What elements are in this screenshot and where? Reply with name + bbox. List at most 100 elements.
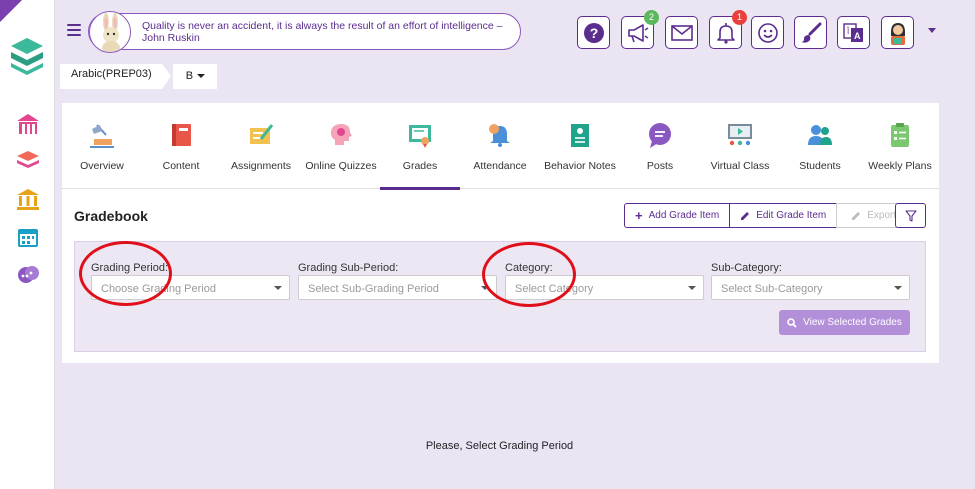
edit-grade-item-label: Edit Grade Item bbox=[756, 210, 827, 221]
svg-text:A: A bbox=[854, 31, 861, 41]
speech-bubble-icon bbox=[649, 123, 671, 148]
notifications-button[interactable]: 1 bbox=[709, 10, 747, 49]
sub-category-placeholder: Select Sub-Category bbox=[721, 283, 823, 295]
add-grade-item-label: Add Grade Item bbox=[648, 210, 720, 221]
students-icon bbox=[808, 125, 832, 145]
grading-period-select[interactable]: Choose Grading Period bbox=[91, 275, 290, 300]
tab-attendance[interactable]: Attendance bbox=[460, 103, 540, 189]
tab-students[interactable]: Students bbox=[780, 103, 860, 189]
tab-label: Grades bbox=[402, 160, 438, 172]
chat-icon[interactable] bbox=[16, 263, 40, 287]
tab-behavior-notes[interactable]: Behavior Notes bbox=[540, 103, 620, 189]
theme-button[interactable] bbox=[794, 16, 827, 49]
svg-text:أ: أ bbox=[847, 25, 849, 36]
tab-virtual-class[interactable]: Virtual Class bbox=[700, 103, 780, 189]
sidebar-corner-accent bbox=[0, 0, 22, 22]
calendar-icon[interactable] bbox=[16, 225, 40, 249]
caret-down-icon bbox=[894, 286, 902, 290]
edit-grade-item-button[interactable]: Edit Grade Item bbox=[729, 203, 838, 228]
filter-area: Grading Period: Choose Grading Period Gr… bbox=[74, 241, 926, 352]
tab-assignments[interactable]: Assignments bbox=[221, 103, 301, 189]
tab-posts[interactable]: Posts bbox=[620, 103, 700, 189]
grading-period-label: Grading Period: bbox=[91, 262, 169, 274]
language-button[interactable]: أA bbox=[837, 16, 870, 49]
course-name[interactable]: Arabic(PREP03) bbox=[60, 64, 162, 89]
view-selected-grades-label: View Selected Grades bbox=[803, 317, 902, 328]
quote-banner: Quality is never an accident, it is alwa… bbox=[88, 11, 521, 53]
caret-down-icon bbox=[688, 286, 696, 290]
plus-icon: + bbox=[635, 208, 643, 223]
announcements-badge: 2 bbox=[644, 10, 659, 25]
bell-icon bbox=[489, 124, 510, 147]
certificate-icon bbox=[409, 125, 431, 148]
user-avatar-icon bbox=[890, 22, 905, 45]
bell-icon bbox=[716, 22, 735, 44]
grading-sub-period-placeholder: Select Sub-Grading Period bbox=[308, 283, 439, 295]
caret-down-icon bbox=[481, 286, 489, 290]
chevron-down-icon[interactable] bbox=[928, 28, 936, 33]
tab-weekly-plans[interactable]: Weekly Plans bbox=[860, 103, 940, 189]
filter-button[interactable] bbox=[895, 203, 926, 228]
tab-label: Online Quizzes bbox=[305, 160, 377, 172]
category-select[interactable]: Select Category bbox=[505, 275, 704, 300]
caret-down-icon bbox=[274, 286, 282, 290]
mail-icon bbox=[670, 24, 693, 41]
tab-overview[interactable]: Overview bbox=[62, 103, 142, 189]
sub-category-label: Sub-Category: bbox=[711, 262, 782, 274]
sub-category-select[interactable]: Select Sub-Category bbox=[711, 275, 910, 300]
announcement-icon bbox=[627, 23, 648, 42]
tab-grades[interactable]: Grades bbox=[380, 103, 460, 190]
user-menu-button[interactable] bbox=[881, 16, 914, 49]
announcements-button[interactable]: 2 bbox=[621, 10, 659, 49]
course-panel: Overview Content Assignments Online Quiz… bbox=[62, 103, 939, 363]
mood-button[interactable] bbox=[751, 16, 784, 49]
course-breadcrumb: Arabic(PREP03) B bbox=[60, 64, 218, 89]
checklist-icon bbox=[891, 123, 909, 147]
section-dropdown[interactable]: B bbox=[172, 64, 218, 89]
tab-online-quizzes[interactable]: Online Quizzes bbox=[301, 103, 381, 189]
menu-toggle-icon[interactable] bbox=[67, 24, 81, 36]
search-icon bbox=[787, 317, 797, 328]
tab-label: Weekly Plans bbox=[868, 160, 932, 172]
svg-text:?: ? bbox=[589, 25, 598, 41]
category-label: Category: bbox=[505, 262, 553, 274]
gradebook-actions: + Add Grade Item Edit Grade Item Export bbox=[624, 203, 912, 228]
top-bar: Quality is never an accident, it is alwa… bbox=[55, 0, 975, 64]
institution-icon[interactable] bbox=[16, 187, 40, 211]
book-icon bbox=[172, 124, 191, 146]
tab-label: Attendance bbox=[473, 160, 527, 172]
grading-sub-period-label: Grading Sub-Period: bbox=[298, 262, 399, 274]
tab-label: Overview bbox=[80, 160, 124, 172]
sidebar bbox=[0, 0, 55, 489]
tab-label: Virtual Class bbox=[710, 160, 770, 172]
badge-card-icon bbox=[571, 124, 589, 147]
pencil-icon bbox=[852, 211, 861, 220]
add-grade-item-button[interactable]: + Add Grade Item bbox=[624, 203, 731, 228]
assignment-icon bbox=[250, 124, 274, 144]
tab-label: Assignments bbox=[230, 160, 292, 172]
view-selected-grades-button[interactable]: View Selected Grades bbox=[779, 310, 910, 335]
quiz-head-icon bbox=[330, 124, 352, 145]
quote-text: Quality is never an accident, it is alwa… bbox=[142, 20, 503, 44]
video-class-icon bbox=[728, 124, 752, 146]
tab-content[interactable]: Content bbox=[141, 103, 221, 189]
smiley-icon bbox=[757, 22, 778, 43]
mail-button[interactable] bbox=[665, 16, 698, 49]
filter-icon bbox=[904, 209, 917, 222]
tab-label: Behavior Notes bbox=[544, 160, 616, 172]
home-icon[interactable] bbox=[16, 112, 40, 136]
breadcrumb-separator bbox=[161, 64, 171, 89]
help-button[interactable]: ? bbox=[577, 16, 610, 49]
grading-sub-period-select[interactable]: Select Sub-Grading Period bbox=[298, 275, 497, 300]
overview-icon bbox=[90, 124, 114, 148]
tab-label: Students bbox=[799, 160, 841, 172]
export-label: Export bbox=[867, 210, 897, 221]
course-tabs: Overview Content Assignments Online Quiz… bbox=[62, 103, 940, 190]
app-logo-icon[interactable] bbox=[9, 36, 45, 76]
grading-period-placeholder: Choose Grading Period bbox=[101, 283, 216, 295]
books-icon[interactable] bbox=[16, 148, 40, 172]
brush-icon bbox=[800, 22, 821, 43]
tab-label: Content bbox=[162, 160, 200, 172]
category-placeholder: Select Category bbox=[515, 283, 594, 295]
pencil-icon bbox=[741, 211, 750, 220]
